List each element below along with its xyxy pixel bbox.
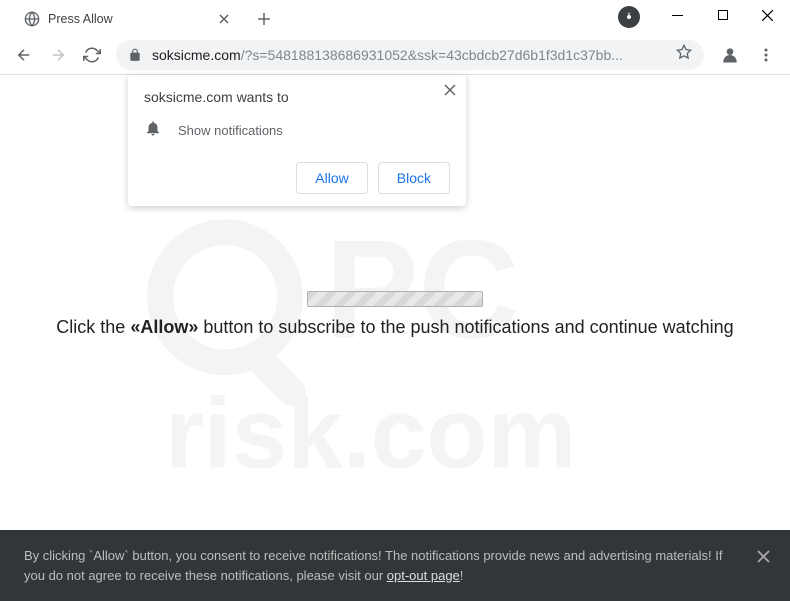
window-controls	[655, 0, 790, 30]
allow-button[interactable]: Allow	[296, 162, 367, 194]
url-text: soksicme.com/?s=548188138686931052&ssk=4…	[152, 47, 666, 63]
consent-banner: By clicking `Allow` button, you consent …	[0, 530, 790, 601]
address-bar[interactable]: soksicme.com/?s=548188138686931052&ssk=4…	[116, 40, 704, 70]
new-tab-button[interactable]	[250, 5, 278, 33]
forward-button	[42, 39, 74, 71]
consent-text: By clicking `Allow` button, you consent …	[24, 548, 723, 583]
svg-text:PC: PC	[325, 210, 519, 367]
popup-close-icon[interactable]	[444, 83, 456, 101]
minimize-button[interactable]	[655, 0, 700, 30]
page-content: PC risk.com soksicme.com wants to Show n…	[0, 75, 790, 601]
popup-title: soksicme.com wants to	[144, 89, 450, 105]
incognito-icon	[618, 6, 640, 28]
tab-title: Press Allow	[48, 12, 208, 26]
browser-toolbar: soksicme.com/?s=548188138686931052&ssk=4…	[0, 35, 790, 75]
globe-icon	[24, 11, 40, 27]
bookmark-star-icon[interactable]	[676, 44, 692, 65]
loading-progress-bar	[307, 291, 483, 307]
maximize-button[interactable]	[700, 0, 745, 30]
bell-icon	[144, 119, 162, 142]
close-window-button[interactable]	[745, 0, 790, 30]
tab-close-icon[interactable]	[216, 11, 232, 27]
opt-out-link[interactable]: opt-out page	[387, 568, 460, 583]
instruction-text: Click the «Allow» button to subscribe to…	[0, 317, 790, 338]
profile-button[interactable]	[716, 41, 744, 69]
reload-button[interactable]	[76, 39, 108, 71]
svg-text:risk.com: risk.com	[165, 377, 576, 489]
block-button[interactable]: Block	[378, 162, 450, 194]
permission-text: Show notifications	[178, 123, 283, 138]
menu-button[interactable]	[750, 39, 782, 71]
window-titlebar: Press Allow	[0, 0, 790, 35]
back-button[interactable]	[8, 39, 40, 71]
consent-close-icon[interactable]	[757, 544, 770, 571]
notification-permission-popup: soksicme.com wants to Show notifications…	[128, 75, 466, 206]
lock-icon	[128, 48, 142, 62]
browser-tab[interactable]: Press Allow	[12, 3, 242, 35]
